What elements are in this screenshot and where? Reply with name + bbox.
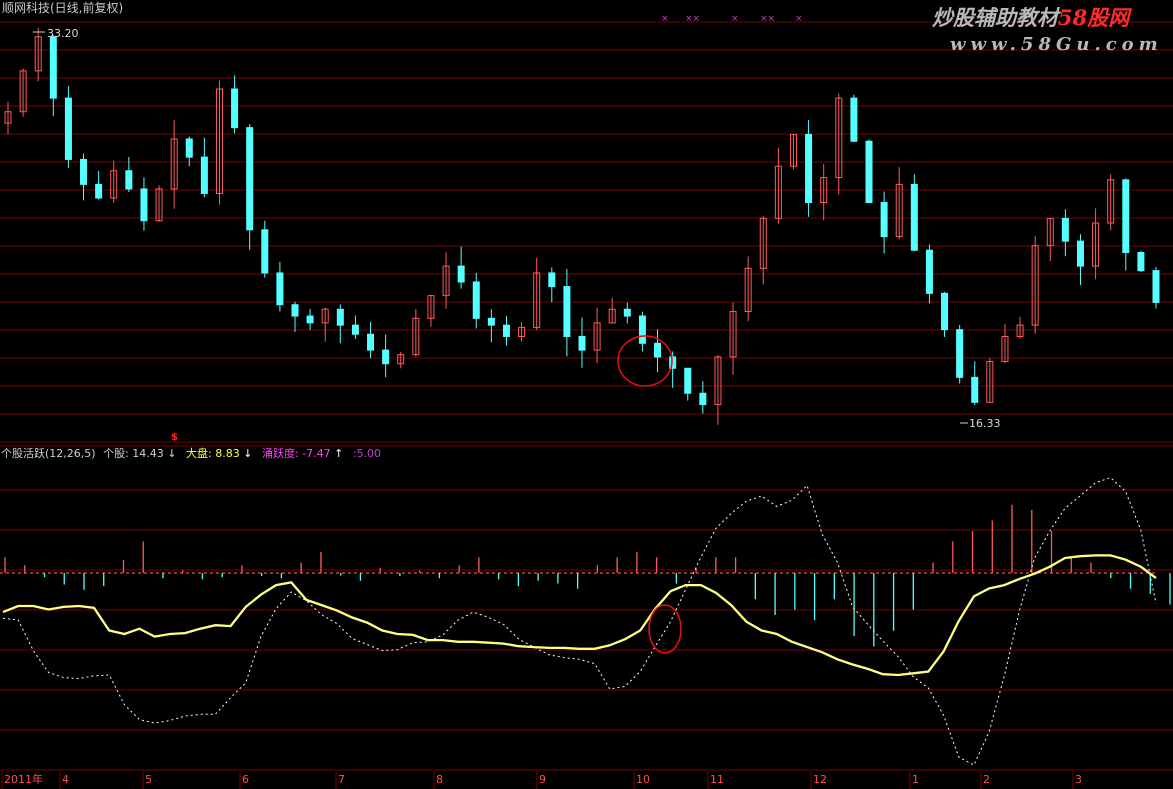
candle-body <box>865 140 873 204</box>
candle-body <box>125 170 133 190</box>
x-tick-label: 4 <box>62 773 69 786</box>
candle-body <box>487 317 495 326</box>
candle-body <box>367 333 375 351</box>
candle-body <box>1061 217 1069 242</box>
signal-flag: $ <box>171 432 178 443</box>
price-grid <box>0 21 1173 443</box>
watermark-text: 炒股辅助教材 <box>932 5 1061 30</box>
candle-body <box>638 315 646 344</box>
candle-body <box>925 249 933 294</box>
x-tick-label: 9 <box>539 773 546 786</box>
lead-label: 涌跃度: <box>262 446 299 460</box>
candle-body <box>246 127 254 231</box>
extra-value: :5.00 <box>353 447 381 460</box>
max-price-label: 33.20 <box>47 27 79 40</box>
candle-body <box>1137 251 1145 272</box>
candle-body <box>457 265 465 283</box>
candle-body <box>941 292 949 331</box>
x-tick-label: 11 <box>710 773 724 786</box>
candle-body <box>684 367 692 394</box>
indicator-grid <box>0 489 1173 731</box>
candle-body <box>502 324 510 337</box>
candle-body <box>382 349 390 365</box>
candle-body <box>95 183 103 199</box>
candle-body <box>548 272 556 288</box>
candle-body <box>200 156 208 194</box>
x-tick-label: 10 <box>636 773 650 786</box>
x-axis: 2011年 4 5 6 7 8 9 10 11 12 1 2 3 <box>1 771 1082 789</box>
x-tick-label: 8 <box>436 773 443 786</box>
chart-title: 顺网科技(日线,前复权) <box>2 0 123 15</box>
candle-body <box>1122 179 1130 253</box>
stock-arrow: ↓ <box>167 447 176 460</box>
candle-body <box>850 97 858 142</box>
indicator-legend: 个股活跃(12,26,5) 个股: 14.43 ↓ 大盘: 8.83 ↓ 涌跃度… <box>1 446 381 460</box>
candle-body <box>140 188 148 222</box>
x-tick-label: 5 <box>145 773 152 786</box>
lead-arrow: ↑ <box>334 447 343 460</box>
candle-body <box>351 324 359 335</box>
candle-body <box>1152 270 1160 303</box>
difference-bars <box>4 504 1171 647</box>
candle-body <box>472 281 480 319</box>
candle-body <box>49 36 57 99</box>
top-marker: × <box>731 14 739 24</box>
candle-body <box>185 138 193 158</box>
x-tick-label: 7 <box>338 773 345 786</box>
market-value: 8.83 <box>215 447 240 460</box>
candle-body <box>563 286 571 337</box>
stock-value: 14.43 <box>132 447 164 460</box>
candle-body <box>261 229 269 274</box>
candle-body <box>910 183 918 251</box>
x-tick-label: 12 <box>813 773 827 786</box>
market-label: 大盘: <box>186 446 212 460</box>
x-tick-label: 2 <box>983 773 990 786</box>
candle-body <box>276 272 284 306</box>
x-tick-label: 6 <box>242 773 249 786</box>
candle-body <box>654 342 662 358</box>
indicator-name: 个股活跃(12,26,5) <box>1 446 96 460</box>
market-activity-line <box>2 477 1157 766</box>
candle-body <box>80 158 88 185</box>
candle-body <box>880 202 888 238</box>
watermark-url: www.58Gu.com <box>950 34 1163 55</box>
candle-body <box>699 392 707 406</box>
stock-label: 个股: <box>103 447 129 460</box>
highlight-circle-indicator <box>648 604 682 654</box>
top-marker: ×× <box>760 14 775 24</box>
x-tick-label: 1 <box>912 773 919 786</box>
x-tick-label: 3 <box>1075 773 1082 786</box>
top-marker: ×× <box>685 14 700 24</box>
min-price-label: 16.33 <box>969 417 1001 430</box>
candle-body <box>578 335 586 351</box>
top-marker: × <box>661 14 669 24</box>
candlestick-series <box>4 27 1160 425</box>
candle-body <box>623 308 631 317</box>
candle-body <box>956 329 964 378</box>
top-marker: × <box>795 14 803 24</box>
candle-body <box>805 133 813 204</box>
watermark-site: 58股网 <box>1058 5 1132 30</box>
watermark-line1: 炒股辅助教材58股网 <box>932 5 1132 30</box>
x-tick-label: 2011年 <box>4 772 43 786</box>
candle-body <box>306 315 314 324</box>
candle-body <box>1076 240 1084 267</box>
stock-chart: 33.20 16.33 × ×× × ×× × 顺网科技(日线,前复权) 炒股辅… <box>0 0 1173 789</box>
candle-body <box>291 304 299 317</box>
candle-body <box>336 308 344 326</box>
candle-body <box>971 376 979 403</box>
lead-value: -7.47 <box>302 447 330 460</box>
candle-body <box>64 97 72 160</box>
market-arrow: ↓ <box>243 447 252 460</box>
candle-body <box>231 88 239 129</box>
